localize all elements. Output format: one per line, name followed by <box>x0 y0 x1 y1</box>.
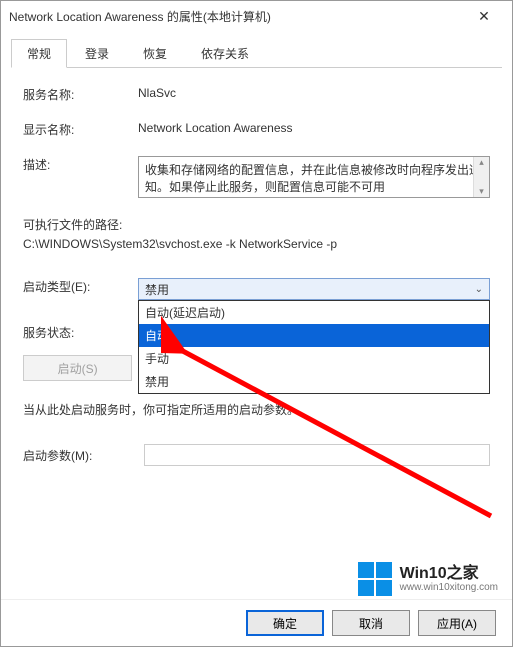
description-textbox[interactable]: 收集和存储网络的配置信息，并在此信息被修改时向程序发出通知。如果停止此服务，则配… <box>138 156 490 198</box>
watermark-text: Win10之家 www.win10xitong.com <box>400 565 498 594</box>
row-service-name: 服务名称: NlaSvc <box>23 86 490 103</box>
ok-button[interactable]: 确定 <box>246 610 324 636</box>
description-text: 收集和存储网络的配置信息，并在此信息被修改时向程序发出通知。如果停止此服务，则配… <box>145 163 481 194</box>
scroll-up-icon: ▴ <box>479 157 484 168</box>
properties-dialog: Network Location Awareness 的属性(本地计算机) ✕ … <box>0 0 513 647</box>
tab-logon[interactable]: 登录 <box>69 39 125 68</box>
row-display-name: 显示名称: Network Location Awareness <box>23 121 490 138</box>
dropdown-opt-auto[interactable]: 自动 <box>139 324 489 347</box>
tab-strip: 常规 登录 恢复 依存关系 <box>1 31 512 68</box>
description-scrollbar[interactable]: ▴ ▾ <box>473 157 489 197</box>
close-icon: ✕ <box>478 8 490 25</box>
close-button[interactable]: ✕ <box>464 1 504 31</box>
chevron-down-icon: ⌄ <box>475 284 483 295</box>
start-button[interactable]: 启动(S) <box>23 355 132 381</box>
tab-recovery[interactable]: 恢复 <box>127 39 183 68</box>
startup-type-closed[interactable]: 禁用 ⌄ <box>138 278 490 300</box>
tab-content: 服务名称: NlaSvc 显示名称: Network Location Awar… <box>1 68 512 599</box>
startup-type-select[interactable]: 禁用 ⌄ 自动(延迟启动) 自动 手动 禁用 <box>138 278 490 300</box>
startup-note: 当从此处启动服务时，你可指定所适用的启动参数。 <box>23 401 490 418</box>
watermark-title: Win10之家 <box>400 565 498 583</box>
apply-button[interactable]: 应用(A) <box>418 610 496 636</box>
cancel-button[interactable]: 取消 <box>332 610 410 636</box>
startup-type-value: 禁用 <box>145 281 169 298</box>
label-start-params: 启动参数(M): <box>23 447 138 464</box>
row-start-params: 启动参数(M): <box>23 444 490 466</box>
tab-general[interactable]: 常规 <box>11 39 67 68</box>
label-description: 描述: <box>23 156 138 173</box>
tab-border <box>11 67 502 68</box>
dropdown-opt-disabled[interactable]: 禁用 <box>139 370 489 393</box>
windows-icon <box>358 562 392 596</box>
watermark-logo: Win10之家 www.win10xitong.com <box>358 562 498 596</box>
window-title: Network Location Awareness 的属性(本地计算机) <box>9 8 464 25</box>
row-startup-type: 启动类型(E): 禁用 ⌄ 自动(延迟启动) 自动 手动 禁用 <box>23 278 490 300</box>
value-display-name: Network Location Awareness <box>138 121 490 135</box>
titlebar: Network Location Awareness 的属性(本地计算机) ✕ <box>1 1 512 31</box>
value-exe-path: C:\WINDOWS\System32\svchost.exe -k Netwo… <box>23 235 490 254</box>
label-service-status: 服务状态: <box>23 324 138 341</box>
scroll-down-icon: ▾ <box>479 186 484 197</box>
dialog-footer: 确定 取消 应用(A) <box>1 599 512 646</box>
dropdown-opt-manual[interactable]: 手动 <box>139 347 489 370</box>
watermark-url: www.win10xitong.com <box>400 582 498 593</box>
exe-path-block: 可执行文件的路径: C:\WINDOWS\System32\svchost.ex… <box>23 216 490 254</box>
tab-dependencies[interactable]: 依存关系 <box>185 39 265 68</box>
label-service-name: 服务名称: <box>23 86 138 103</box>
row-description: 描述: 收集和存储网络的配置信息，并在此信息被修改时向程序发出通知。如果停止此服… <box>23 156 490 198</box>
start-params-input[interactable] <box>144 444 490 466</box>
label-display-name: 显示名称: <box>23 121 138 138</box>
value-service-name: NlaSvc <box>138 86 490 100</box>
startup-type-dropdown: 自动(延迟启动) 自动 手动 禁用 <box>138 300 490 394</box>
dropdown-opt-auto-delayed[interactable]: 自动(延迟启动) <box>139 301 489 324</box>
label-startup-type: 启动类型(E): <box>23 278 138 295</box>
label-exe-path: 可执行文件的路径: <box>23 216 490 235</box>
